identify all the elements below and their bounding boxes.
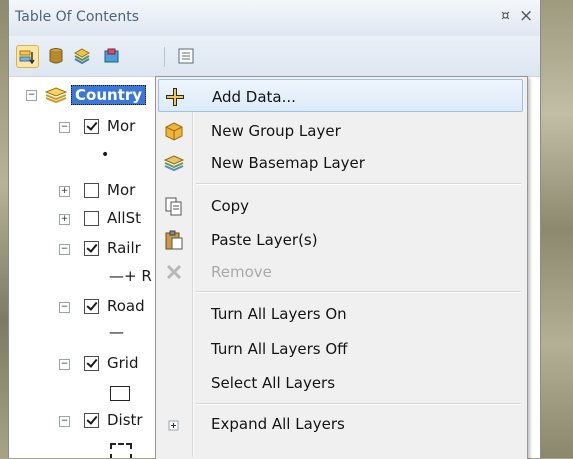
- menu-item-new-basemap-layer[interactable]: New Basemap Layer: [158, 146, 523, 179]
- layer-row[interactable]: − Mor: [9, 115, 169, 141]
- menu-item-label: New Group Layer: [211, 122, 341, 140]
- menu-item-label: Turn All Layers Off: [211, 340, 348, 358]
- list-by-drawing-order-button[interactable]: [16, 45, 39, 68]
- expand-icon: [168, 420, 179, 431]
- menu-item-label: Turn All Layers On: [211, 305, 347, 323]
- polygon-dashed-symbol-icon: [110, 443, 132, 458]
- list-by-visibility-icon: [73, 48, 91, 65]
- layer-symbol-row: [9, 380, 169, 406]
- group-layer-icon: [165, 122, 183, 141]
- layer-checkbox[interactable]: [84, 211, 99, 226]
- root-layer-label[interactable]: Country: [71, 85, 147, 105]
- layer-symbol-row: [9, 437, 169, 458]
- list-by-visibility-button[interactable]: [71, 45, 93, 67]
- menu-item-label: Expand All Layers: [211, 415, 345, 433]
- background-right: [540, 0, 573, 458]
- layer-symbol-row: —+ R: [9, 265, 169, 291]
- panel-titlebar: Table Of Contents ¤ ×: [9, 0, 540, 36]
- collapse-icon[interactable]: −: [59, 244, 70, 255]
- paste-icon: [165, 230, 183, 250]
- add-data-icon: [166, 88, 184, 106]
- layer-checkbox[interactable]: [84, 119, 99, 134]
- menu-item-turn-all-layers-off[interactable]: Turn All Layers Off: [158, 332, 523, 365]
- menu-item-turn-all-layers-on[interactable]: Turn All Layers On: [158, 297, 523, 330]
- menu-separator-light: [196, 292, 521, 293]
- collapse-icon[interactable]: −: [59, 302, 70, 313]
- collapse-icon[interactable]: −: [59, 122, 70, 133]
- layer-checkbox[interactable]: [84, 183, 99, 198]
- menu-item-remove[interactable]: Remove: [158, 255, 523, 288]
- layer-checkbox[interactable]: [84, 356, 99, 371]
- expand-icon[interactable]: +: [59, 186, 70, 197]
- pin-icon[interactable]: ¤: [501, 8, 510, 24]
- layer-row[interactable]: − Grid: [9, 352, 169, 378]
- menu-item-copy[interactable]: Copy: [158, 189, 523, 222]
- collapse-icon[interactable]: −: [59, 359, 70, 370]
- layer-label[interactable]: Mor: [107, 181, 135, 199]
- menu-separator-light: [196, 404, 521, 405]
- layer-label[interactable]: Grid: [107, 354, 138, 372]
- list-by-source-icon: [49, 48, 63, 64]
- layer-label[interactable]: Railr: [107, 239, 141, 257]
- layer-row[interactable]: + AllSt: [9, 207, 169, 233]
- layer-row[interactable]: + Mor: [9, 179, 169, 205]
- layer-checkbox[interactable]: [84, 241, 99, 256]
- menu-item-label: Select All Layers: [211, 374, 336, 392]
- layer-symbol-row: •: [9, 147, 169, 173]
- list-by-selection-icon: [104, 48, 119, 63]
- menu-item-add-data[interactable]: Add Data...: [158, 79, 523, 112]
- line-symbol-icon: —: [109, 323, 124, 341]
- layer-row[interactable]: − Railr: [9, 237, 169, 263]
- context-menu: Add Data... New Group Layer New Basemap …: [155, 76, 528, 459]
- remove-icon: [166, 264, 182, 280]
- layer-checkbox[interactable]: [84, 299, 99, 314]
- tree-row-root[interactable]: − Country: [9, 83, 169, 109]
- toc-toolbar: [9, 36, 540, 77]
- menu-item-select-all-layers[interactable]: Select All Layers: [158, 366, 523, 399]
- close-icon[interactable]: ×: [519, 6, 533, 26]
- menu-item-new-group-layer[interactable]: New Group Layer: [158, 114, 523, 147]
- menu-item-label: New Basemap Layer: [211, 154, 365, 172]
- menu-item-label: Paste Layer(s): [211, 231, 318, 249]
- layer-row[interactable]: − Distr: [9, 409, 169, 435]
- toolbar-separator: [164, 47, 165, 67]
- options-icon: [178, 48, 194, 64]
- list-by-selection-button[interactable]: [101, 45, 123, 67]
- collapse-icon[interactable]: −: [59, 416, 70, 427]
- collapse-icon[interactable]: −: [26, 90, 37, 101]
- polygon-symbol-icon: [110, 386, 130, 401]
- layer-label[interactable]: AllSt: [107, 209, 141, 227]
- menu-item-label: Remove: [211, 263, 272, 281]
- rail-symbol-icon: —+ R: [109, 267, 152, 285]
- point-symbol-icon: •: [101, 147, 110, 163]
- list-by-drawing-order-icon: [19, 50, 35, 65]
- menu-item-expand-all-layers[interactable]: Expand All Layers: [158, 407, 523, 440]
- list-by-source-button[interactable]: [45, 45, 67, 67]
- layer-checkbox[interactable]: [84, 413, 99, 428]
- panel-title: Table Of Contents: [15, 9, 140, 25]
- copy-icon: [165, 197, 182, 216]
- menu-item-paste-layers[interactable]: Paste Layer(s): [158, 223, 523, 256]
- layer-label[interactable]: Mor: [107, 117, 135, 135]
- layer-label[interactable]: Distr: [107, 411, 143, 429]
- layer-row[interactable]: − Road: [9, 295, 169, 321]
- options-button[interactable]: [175, 45, 197, 67]
- background-left: [0, 0, 8, 458]
- expand-icon[interactable]: +: [59, 214, 70, 225]
- layer-label[interactable]: Road: [107, 297, 145, 315]
- menu-item-label: Copy: [211, 197, 250, 215]
- menu-separator-light: [196, 184, 521, 185]
- basemap-layer-icon: [163, 155, 185, 172]
- layers-icon: [45, 87, 67, 104]
- menu-item-label: Add Data...: [212, 88, 296, 106]
- layer-symbol-row: —: [9, 323, 169, 349]
